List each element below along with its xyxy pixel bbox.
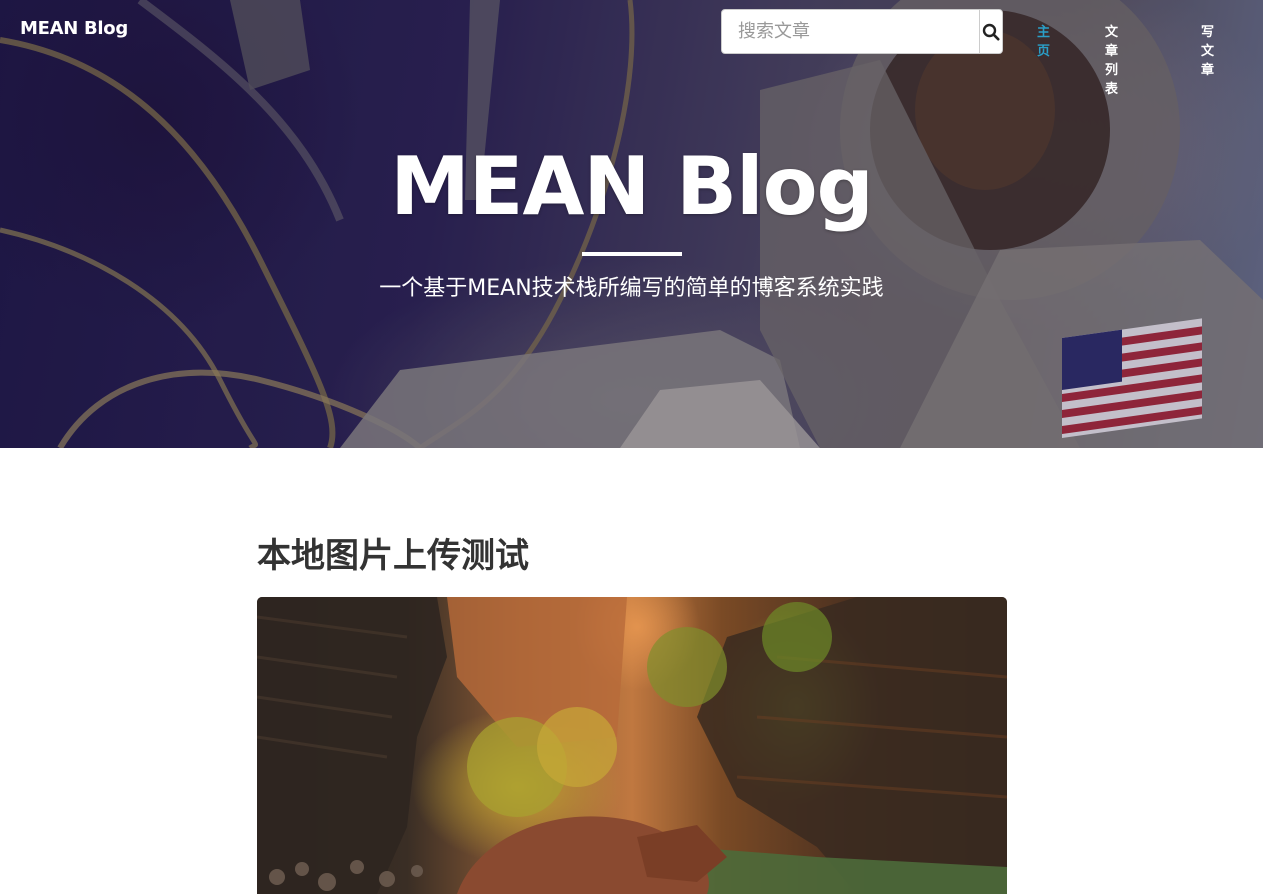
search-input[interactable] — [722, 10, 979, 53]
hero-header: MEAN Blog 主页 文章列表 写文章 MEAN Blog 一个基于MEAN… — [0, 0, 1263, 448]
hero-title: MEAN Blog — [390, 140, 874, 233]
brand-logo[interactable]: MEAN Blog — [20, 18, 128, 39]
nav-link-post-list[interactable]: 文章列表 — [1105, 21, 1119, 97]
search-form — [721, 9, 1003, 54]
hero-subtitle: 一个基于MEAN技术栈所编写的简单的博客系统实践 — [379, 276, 884, 301]
nav-link-write-post[interactable]: 写文章 — [1201, 21, 1215, 78]
nav-link-home[interactable]: 主页 — [1037, 21, 1051, 59]
search-icon — [982, 23, 1000, 41]
search-button[interactable] — [979, 10, 1002, 53]
canyon-photo — [257, 597, 1007, 894]
post-title[interactable]: 本地图片上传测试 — [257, 528, 529, 577]
hero-divider — [582, 252, 682, 256]
post-image — [257, 597, 1007, 894]
